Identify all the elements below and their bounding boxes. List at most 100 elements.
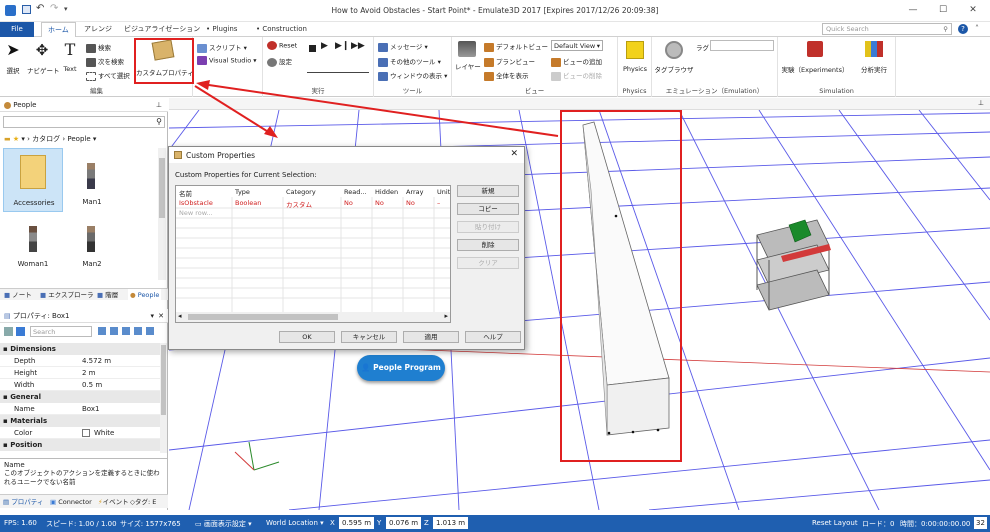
apply-button[interactable]: 適用 bbox=[403, 331, 459, 343]
visual-studio-button[interactable]: Visual Studio ▾ bbox=[197, 56, 257, 65]
tab-home[interactable]: ホーム bbox=[41, 22, 76, 37]
property-row[interactable]: Width 0.5 m bbox=[0, 379, 160, 391]
ribbon-collapse-icon[interactable]: ˄ bbox=[975, 24, 979, 33]
catalog-item-woman1[interactable]: Woman1 bbox=[3, 222, 63, 272]
catalog-item-accessories[interactable]: Accessories bbox=[3, 148, 63, 212]
properties-tool-icon-1[interactable] bbox=[98, 327, 106, 335]
tab-plugins[interactable]: • Plugins bbox=[200, 22, 243, 37]
search-next-button[interactable]: 次を検索 bbox=[86, 56, 124, 67]
catalog-item-man2[interactable]: Man2 bbox=[62, 222, 122, 272]
viewport-pin-icon[interactable]: ⊥ bbox=[978, 99, 984, 107]
column-header-array[interactable]: Array bbox=[406, 188, 424, 196]
experiments-button[interactable]: 実験（Experiments） bbox=[780, 41, 850, 74]
messages-button[interactable]: メッセージ ▾ bbox=[378, 41, 428, 52]
people-search-input[interactable]: ⚲ bbox=[3, 116, 165, 128]
text-tool[interactable]: T Text bbox=[60, 41, 80, 81]
property-row[interactable]: Depth 4.572 m bbox=[0, 355, 160, 367]
tab-properties[interactable]: ▤ プロパティ bbox=[3, 495, 43, 509]
new-property-button[interactable]: 新規 bbox=[457, 185, 519, 197]
help-button[interactable]: ヘルプ bbox=[465, 331, 521, 343]
properties-pin-icon[interactable]: ▾ bbox=[150, 309, 154, 323]
clear-property-button[interactable]: クリア bbox=[457, 257, 519, 269]
notification-badge[interactable]: 32 bbox=[974, 517, 987, 529]
column-header-hidden[interactable]: Hidden bbox=[375, 188, 398, 196]
paste-property-button[interactable]: 貼り付け bbox=[457, 221, 519, 233]
property-scroll-thumb[interactable] bbox=[161, 345, 166, 415]
column-header-unit[interactable]: Unit bbox=[437, 188, 450, 196]
x-coordinate-field[interactable]: 0.595 m bbox=[339, 517, 375, 529]
speed-slider[interactable] bbox=[307, 67, 369, 73]
z-coordinate-field[interactable]: 1.013 m bbox=[433, 517, 469, 529]
play-icon[interactable]: ▶ bbox=[321, 41, 328, 51]
copy-property-button[interactable]: コピー bbox=[457, 203, 519, 215]
tab-tags[interactable]: ◇タグ: E bbox=[130, 495, 156, 509]
dock-tab-people[interactable]: ● People bbox=[128, 289, 162, 301]
column-header-category[interactable]: Category bbox=[286, 188, 316, 196]
tab-file[interactable]: File bbox=[0, 22, 34, 37]
show-all-button[interactable]: 全体を表示 bbox=[484, 70, 529, 81]
dock-tab-explorer[interactable]: ■ エクスプローラ bbox=[40, 289, 94, 301]
catalog-scroll-thumb[interactable] bbox=[159, 158, 165, 218]
cancel-button[interactable]: キャンセル bbox=[341, 331, 397, 343]
stop-icon[interactable] bbox=[309, 45, 316, 52]
scroll-right-icon[interactable]: ▸ bbox=[444, 312, 448, 320]
select-tool[interactable]: ➤ 選択 bbox=[4, 41, 22, 81]
column-header-readonly[interactable]: Read... bbox=[344, 188, 367, 196]
tab-events[interactable]: ⚡イベント bbox=[98, 495, 129, 509]
rack-model[interactable] bbox=[756, 219, 831, 311]
scroll-left-icon[interactable]: ◂ bbox=[178, 312, 182, 320]
select-all-button[interactable]: すべて選択 bbox=[86, 70, 130, 81]
tab-construction[interactable]: • Construction bbox=[250, 22, 313, 37]
step-icon[interactable]: ▶❙ bbox=[335, 41, 349, 51]
add-view-button[interactable]: ビューの追加 bbox=[551, 56, 602, 67]
fast-forward-icon[interactable]: ▶▶ bbox=[351, 41, 365, 51]
speed-readout[interactable]: スピード: 1.00 / 1.00 bbox=[46, 519, 117, 529]
properties-tool-icon-4[interactable] bbox=[134, 327, 142, 335]
search-button[interactable]: 検索 bbox=[86, 42, 111, 53]
quick-search-input[interactable]: Quick Search ⚲ bbox=[822, 23, 952, 35]
dock-tab-notes[interactable]: ■ ノート bbox=[4, 289, 32, 301]
table-hscrollbar[interactable]: ◂ ▸ bbox=[176, 312, 450, 322]
plan-view-button[interactable]: プランビュー bbox=[484, 56, 535, 67]
other-tools-button[interactable]: その他のツール ▾ bbox=[378, 56, 441, 67]
world-location-dropdown[interactable]: World Location ▾ bbox=[266, 519, 324, 527]
category-dimensions[interactable]: ▪ Dimensions bbox=[0, 343, 160, 355]
navigate-tool[interactable]: ✥ ナビゲート bbox=[27, 41, 60, 81]
properties-tool-icon-5[interactable] bbox=[146, 327, 154, 335]
people-search-icon[interactable]: ⚲ bbox=[156, 117, 162, 126]
properties-tool-icon-2[interactable] bbox=[110, 327, 118, 335]
property-row[interactable]: Height 2 m bbox=[0, 367, 160, 379]
reset-layout-button[interactable]: Reset Layout bbox=[812, 519, 858, 527]
column-header-type[interactable]: Type bbox=[235, 188, 250, 196]
property-row[interactable]: Name Box1 bbox=[0, 403, 160, 415]
tag-browser-button[interactable]: タグブラウザ bbox=[654, 41, 694, 74]
property-scrollbar[interactable] bbox=[160, 343, 167, 453]
people-program-badge[interactable]: 👤 People Program bbox=[357, 355, 445, 381]
properties-tool-icon-3[interactable] bbox=[122, 327, 130, 335]
tab-arrange[interactable]: アレンジ bbox=[78, 22, 118, 37]
properties-search-input[interactable]: Search bbox=[30, 326, 92, 337]
category-position[interactable]: ▪ Position bbox=[0, 439, 160, 451]
settings-button[interactable]: 設定 bbox=[267, 56, 292, 67]
display-settings[interactable]: ▭ 画面表示設定 ▾ bbox=[195, 519, 252, 529]
catalog-item-man1[interactable]: Man1 bbox=[62, 148, 122, 212]
tab-visualization[interactable]: ビジュアライゼーション bbox=[118, 22, 206, 37]
delete-view-button[interactable]: ビューの削除 bbox=[551, 70, 602, 81]
tab-connector[interactable]: ▣ Connector bbox=[50, 495, 92, 509]
hscroll-thumb[interactable] bbox=[188, 314, 338, 320]
star-icon[interactable]: ★ bbox=[13, 135, 19, 143]
help-icon[interactable]: ? bbox=[958, 24, 968, 34]
default-view-button[interactable]: デフォルトビュー bbox=[484, 41, 548, 52]
distributed-button[interactable]: 分析実行 bbox=[854, 41, 894, 74]
script-button[interactable]: スクリプト ▾ bbox=[197, 42, 247, 53]
catalog-scrollbar[interactable] bbox=[158, 148, 166, 280]
alphabetical-icon[interactable] bbox=[16, 327, 25, 336]
categorized-icon[interactable] bbox=[4, 327, 13, 336]
view-dropdown[interactable]: Default View ▾ bbox=[551, 40, 603, 51]
category-materials[interactable]: ▪ Materials bbox=[0, 415, 160, 427]
breadcrumb-people[interactable]: People bbox=[67, 135, 90, 143]
category-general[interactable]: ▪ General bbox=[0, 391, 160, 403]
reset-button[interactable]: Reset bbox=[267, 41, 297, 50]
delete-property-button[interactable]: 削除 bbox=[457, 239, 519, 251]
breadcrumb-catalog[interactable]: カタログ bbox=[32, 135, 60, 143]
